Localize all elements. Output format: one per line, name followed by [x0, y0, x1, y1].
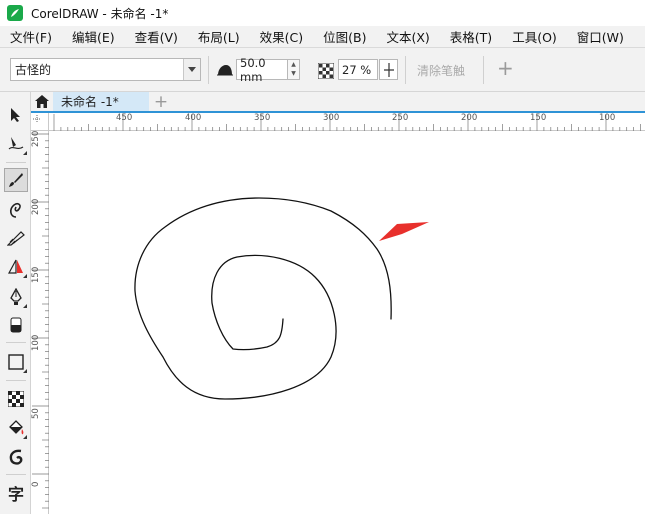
ruler-label: 250 [31, 130, 41, 147]
home-tab[interactable] [31, 92, 52, 111]
transparency-tool-button[interactable] [4, 387, 28, 411]
drawing-canvas[interactable] [49, 131, 645, 514]
interactive-fill-tool-button[interactable] [4, 416, 28, 440]
spin-down-icon[interactable]: ▼ [291, 71, 296, 77]
menu-file[interactable]: 文件(F) [0, 27, 62, 46]
eraser-icon [10, 317, 22, 333]
annotation-arrow [379, 222, 429, 241]
checker-icon [8, 391, 24, 407]
eraser-tool-button[interactable] [4, 313, 28, 337]
artistic-media-tool-button[interactable] [4, 168, 28, 192]
ruler-label: 100 [31, 334, 41, 351]
transparency-slider-button[interactable] [379, 59, 398, 80]
spiral-stroke[interactable] [134, 197, 392, 400]
parallel-dimension-tool-button[interactable] [4, 255, 28, 279]
menu-view[interactable]: 查看(V) [125, 27, 188, 46]
freehand-curve-icon [10, 202, 21, 218]
menu-bar: 文件(F) 编辑(E) 查看(V) 布局(L) 效果(C) 位图(B) 文本(X… [0, 26, 645, 48]
ruler-label: 50 [31, 408, 41, 419]
pen-tool-button[interactable] [4, 285, 28, 309]
ruler-origin[interactable] [31, 113, 49, 131]
menu-layout[interactable]: 布局(L) [188, 27, 250, 46]
chevron-down-icon[interactable] [183, 59, 200, 80]
menu-bitmaps[interactable]: 位图(B) [313, 27, 376, 46]
ruler-label: 350 [254, 113, 271, 123]
ruler-label: 400 [185, 113, 202, 123]
cursor-arrow-icon [11, 108, 20, 122]
rectangle-icon [8, 354, 24, 370]
horizontal-ruler[interactable]: 450 400 350 300 250 200 150 100 [49, 113, 645, 131]
ruler-label: 250 [392, 113, 409, 123]
text-tool-button[interactable]: 字 [4, 481, 28, 505]
coreldraw-logo-icon [7, 5, 23, 21]
menu-tools[interactable]: 工具(O) [502, 27, 567, 46]
ruler-label: 150 [31, 266, 41, 283]
menu-effects[interactable]: 效果(C) [250, 27, 313, 46]
brush-icon [9, 173, 23, 187]
property-bar: 古怪的 50.0 mm ▲ ▼ 27 % 清除笔触 + [0, 48, 645, 92]
new-tab-button[interactable]: + [151, 92, 171, 112]
ruler-label: 200 [31, 198, 41, 215]
contour-tool-button[interactable] [4, 445, 28, 469]
stroke-width-spinner[interactable]: ▲ ▼ [288, 59, 300, 80]
rectangle-tool-button[interactable] [4, 350, 28, 374]
style-preset-dropdown[interactable]: 古怪的 [10, 58, 201, 81]
ruler-label: 450 [116, 113, 133, 123]
stroke-width-input[interactable]: 50.0 mm [236, 56, 288, 84]
ruler-label: 0 [31, 481, 41, 487]
title-bar: CorelDRAW - 未命名 -1* [0, 0, 645, 26]
menu-text[interactable]: 文本(X) [376, 27, 439, 46]
ruler-label: 100 [599, 113, 616, 123]
ruler-label: 200 [461, 113, 478, 123]
stroke-width-icon [216, 62, 234, 78]
pen-nib-icon [10, 288, 22, 305]
add-toolbar-item-button[interactable]: + [497, 57, 514, 79]
clear-stroke-button[interactable]: 清除笔触 [417, 62, 465, 79]
shape-tool-button[interactable] [4, 132, 28, 156]
document-tab-bar: 未命名 -1* + [31, 92, 645, 113]
toolbar-divider [405, 56, 406, 84]
pick-tool-button[interactable] [4, 103, 28, 127]
smart-drawing-tool-button[interactable] [4, 226, 28, 250]
menu-table[interactable]: 表格(T) [440, 27, 502, 46]
home-icon [34, 95, 49, 108]
vertical-ruler[interactable]: 250 200 150 100 50 0 [31, 131, 49, 514]
smart-draw-icon [7, 231, 25, 246]
window-title: CorelDRAW - 未命名 -1* [31, 6, 169, 21]
contour-swirl-icon [9, 449, 23, 465]
menu-window[interactable]: 窗口(W) [567, 27, 634, 46]
transparency-input[interactable]: 27 % [338, 59, 378, 80]
toolbox: 字 [0, 92, 31, 514]
document-tab[interactable]: 未命名 -1* [53, 92, 149, 111]
ruler-label: 150 [530, 113, 547, 123]
toolbar-divider [208, 56, 209, 84]
freehand-tool-button[interactable] [4, 198, 28, 222]
toolbar-divider [483, 56, 484, 84]
spin-up-icon[interactable]: ▲ [291, 61, 296, 68]
ruler-label: 300 [323, 113, 340, 123]
transparency-checker-icon [318, 63, 334, 79]
dimension-icon [7, 259, 23, 274]
menu-edit[interactable]: 编辑(E) [62, 27, 125, 46]
style-preset-value: 古怪的 [15, 63, 52, 77]
